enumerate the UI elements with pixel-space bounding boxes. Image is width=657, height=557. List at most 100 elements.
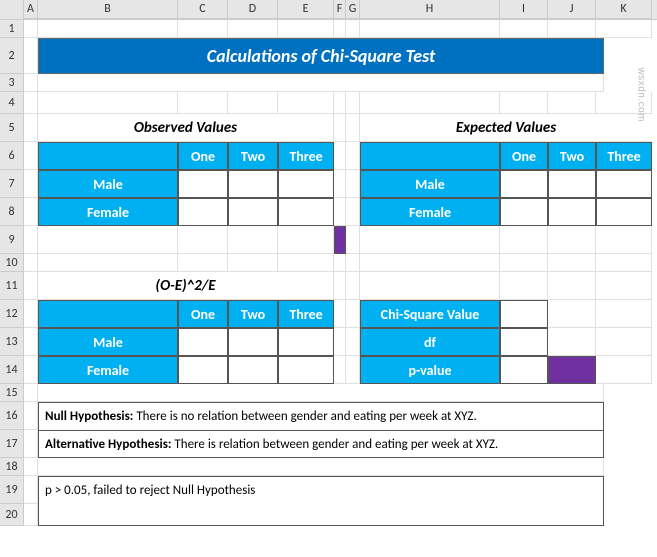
row-header-14[interactable]: 14 (0, 356, 24, 384)
row-header-5[interactable]: 5 (0, 114, 24, 142)
cell[interactable] (346, 356, 360, 384)
cell[interactable] (24, 504, 38, 526)
observed-male-three[interactable] (278, 170, 334, 198)
expected-col-three[interactable]: Three (596, 142, 652, 170)
observed-female-two[interactable] (228, 198, 278, 226)
cell[interactable] (346, 198, 360, 226)
cell[interactable] (500, 254, 548, 272)
cell[interactable] (278, 92, 334, 114)
cell[interactable] (346, 300, 360, 328)
col-header-b[interactable]: B (38, 0, 178, 19)
cell[interactable] (228, 92, 278, 114)
cell[interactable] (596, 226, 652, 254)
row-header-18[interactable]: 18 (0, 458, 24, 476)
alt-hypothesis[interactable]: Alternative Hypothesis: There is relatio… (38, 430, 604, 458)
select-all-corner[interactable] (0, 0, 24, 20)
observed-row-female[interactable]: Female (38, 198, 178, 226)
row-header-12[interactable]: 12 (0, 300, 24, 328)
cell[interactable] (334, 170, 346, 198)
cell[interactable] (178, 20, 228, 38)
oe-female-one[interactable] (178, 356, 228, 384)
expected-col-one[interactable]: One (500, 142, 548, 170)
cell[interactable] (548, 272, 596, 300)
cell[interactable] (178, 254, 228, 272)
row-header-13[interactable]: 13 (0, 328, 24, 356)
cell[interactable] (24, 300, 38, 328)
expected-title[interactable]: Expected Values (360, 114, 652, 142)
purple-marker-2[interactable] (548, 356, 596, 384)
observed-female-three[interactable] (278, 198, 334, 226)
row-header-4[interactable]: 4 (0, 92, 24, 114)
row-header-2[interactable]: 2 (0, 38, 24, 74)
oe-female-three[interactable] (278, 356, 334, 384)
purple-marker-1[interactable] (334, 226, 346, 254)
cell[interactable] (346, 114, 360, 142)
row-header-15[interactable]: 15 (0, 384, 24, 402)
col-header-g[interactable]: G (346, 0, 360, 19)
row-header-17[interactable]: 17 (0, 430, 24, 458)
row-header-20[interactable]: 20 (0, 504, 24, 526)
cell[interactable] (24, 254, 38, 272)
observed-male-one[interactable] (178, 170, 228, 198)
oe-col-three[interactable]: Three (278, 300, 334, 328)
row-header-19[interactable]: 19 (0, 476, 24, 504)
cell[interactable] (548, 254, 596, 272)
cell[interactable] (334, 198, 346, 226)
null-hypothesis[interactable]: Null Hypothesis: There is no relation be… (38, 402, 604, 430)
cell[interactable] (38, 226, 178, 254)
col-header-i[interactable]: I (500, 0, 548, 19)
cell[interactable] (548, 20, 596, 38)
cell[interactable] (24, 458, 38, 476)
cell[interactable] (596, 20, 652, 38)
cell[interactable] (38, 458, 604, 476)
oe-male-two[interactable] (228, 328, 278, 356)
row-header-6[interactable]: 6 (0, 142, 24, 170)
cell[interactable] (334, 328, 346, 356)
oe-female-two[interactable] (228, 356, 278, 384)
cell[interactable] (178, 92, 228, 114)
conclusion-cont[interactable] (38, 504, 604, 526)
col-header-a[interactable]: A (24, 0, 38, 19)
df-value[interactable] (500, 328, 548, 356)
cell[interactable] (346, 20, 360, 38)
cell[interactable] (596, 356, 652, 384)
cell[interactable] (38, 92, 178, 114)
cell[interactable] (596, 272, 652, 300)
cell[interactable] (178, 226, 228, 254)
row-header-8[interactable]: 8 (0, 198, 24, 226)
cell[interactable] (24, 20, 38, 38)
expected-female-three[interactable] (596, 198, 652, 226)
cell[interactable] (228, 20, 278, 38)
oe-corner[interactable] (38, 300, 178, 328)
oe-title[interactable]: (O-E)^2/E (38, 272, 334, 300)
col-header-e[interactable]: E (278, 0, 334, 19)
expected-male-one[interactable] (500, 170, 548, 198)
cell[interactable] (24, 402, 38, 430)
cell[interactable] (548, 300, 596, 328)
cell[interactable] (24, 476, 38, 504)
col-header-d[interactable]: D (228, 0, 278, 19)
cell[interactable] (548, 92, 596, 114)
cell[interactable] (24, 272, 38, 300)
cell[interactable] (596, 300, 652, 328)
cell[interactable] (334, 272, 346, 300)
cell[interactable] (228, 254, 278, 272)
cell[interactable] (24, 92, 38, 114)
cell[interactable] (38, 384, 604, 402)
oe-row-female[interactable]: Female (38, 356, 178, 384)
oe-col-two[interactable]: Two (228, 300, 278, 328)
observed-title[interactable]: Observed Values (38, 114, 334, 142)
cell[interactable] (38, 20, 178, 38)
cell[interactable] (360, 20, 500, 38)
chi-square-value[interactable] (500, 300, 548, 328)
observed-col-one[interactable]: One (178, 142, 228, 170)
cell[interactable] (24, 38, 38, 74)
cell[interactable] (24, 226, 38, 254)
cell[interactable] (596, 254, 652, 272)
cell[interactable] (38, 74, 604, 92)
cell[interactable] (346, 142, 360, 170)
expected-male-two[interactable] (548, 170, 596, 198)
cell[interactable] (334, 92, 346, 114)
cell[interactable] (24, 142, 38, 170)
cell[interactable] (346, 254, 360, 272)
